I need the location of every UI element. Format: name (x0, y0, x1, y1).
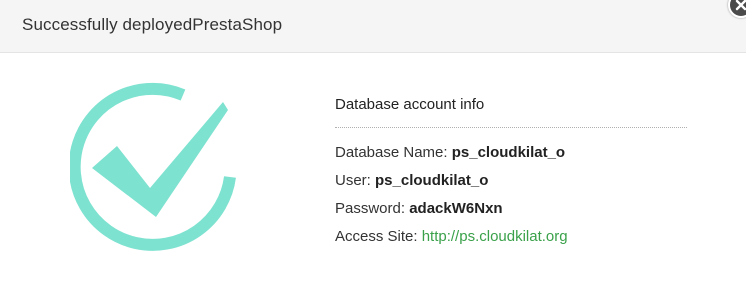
database-name-label: Database Name: (335, 144, 448, 161)
info-heading: Database account info (335, 96, 485, 113)
close-icon (735, 0, 746, 11)
dotted-divider (335, 127, 687, 128)
user-label: User: (335, 172, 371, 189)
checkmark-circle-icon (68, 82, 260, 252)
info-rows: Database Name: ps_cloudkilat_o User: ps_… (335, 143, 687, 255)
access-site-row: Access Site: http://ps.cloudkilat.org (335, 227, 687, 255)
access-site-label: Access Site: (335, 228, 418, 245)
database-name-row: Database Name: ps_cloudkilat_o (335, 143, 687, 171)
access-site-link[interactable]: http://ps.cloudkilat.org (422, 228, 568, 245)
user-row: User: ps_cloudkilat_o (335, 171, 687, 199)
password-value: adackW6Nxn (409, 200, 503, 217)
database-account-info: Database account info Database Name: ps_… (335, 95, 687, 255)
dialog-header: Successfully deployedPrestaShop (0, 0, 746, 53)
dialog-title: Successfully deployedPrestaShop (22, 15, 283, 34)
database-name-value: ps_cloudkilat_o (451, 144, 566, 161)
password-row: Password: adackW6Nxn (335, 199, 687, 227)
password-label: Password: (335, 200, 406, 217)
deploy-success-dialog: Successfully deployedPrestaShop Database… (0, 0, 746, 283)
user-value: ps_cloudkilat_o (375, 172, 489, 189)
